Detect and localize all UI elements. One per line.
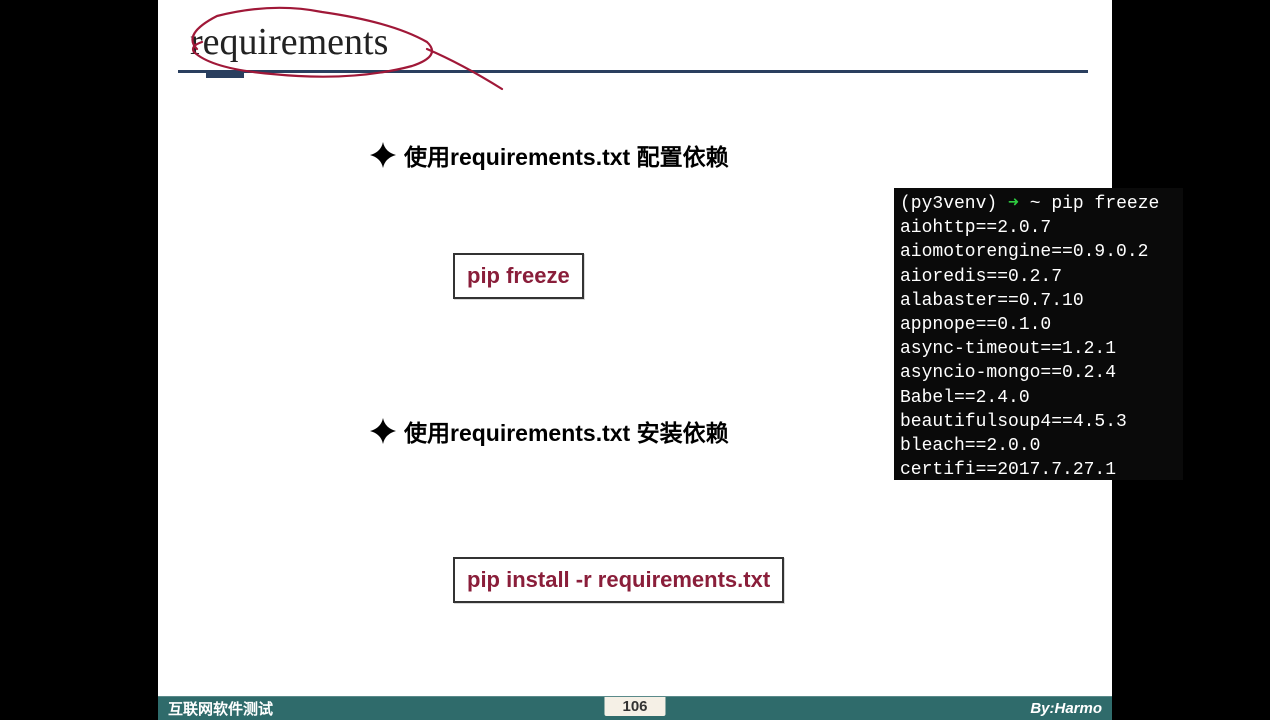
terminal-line: beautifulsoup4==4.5.3 [900,410,1177,434]
title-underline [178,70,1088,73]
footer-title: 互联网软件测试 [168,698,273,719]
terminal-line: appnope==0.1.0 [900,313,1177,337]
terminal-line: asyncio-mongo==0.2.4 [900,361,1177,385]
bullet-config-deps: 使用requirements.txt 配置依赖 [368,138,729,172]
terminal-line: aiohttp==2.0.7 [900,216,1177,240]
terminal-line: async-timeout==1.2.1 [900,337,1177,361]
terminal-line: aioredis==0.2.7 [900,265,1177,289]
terminal-output: (py3venv) ➜ ~ pip freeze aiohttp==2.0.7 … [894,188,1183,480]
terminal-prompt-line: (py3venv) ➜ ~ pip freeze [900,192,1177,216]
terminal-line: certifi==2017.7.27.1 [900,458,1177,480]
terminal-line: bleach==2.0.0 [900,434,1177,458]
terminal-line: aiomotorengine==0.9.0.2 [900,240,1177,264]
command-box-freeze: pip freeze [453,253,584,299]
slide-title: requirements [178,20,1088,70]
sparkle-icon [368,416,398,446]
command-box-install: pip install -r requirements.txt [453,557,784,603]
title-section: requirements [178,20,1088,78]
slide-footer: 互联网软件测试 106 By:Harmo [158,696,1112,720]
footer-author: By:Harmo [1030,700,1102,717]
bullet-text: 使用requirements.txt 安装依赖 [404,414,729,448]
bullet-text: 使用requirements.txt 配置依赖 [404,138,729,172]
title-accent [206,72,244,78]
terminal-line: alabaster==0.7.10 [900,289,1177,313]
terminal-line: Babel==2.4.0 [900,386,1177,410]
bullet-install-deps: 使用requirements.txt 安装依赖 [368,414,729,448]
sparkle-icon [368,140,398,170]
slide: requirements 使用requirements.txt 配置依赖 pip… [158,0,1112,720]
page-number: 106 [604,697,665,716]
